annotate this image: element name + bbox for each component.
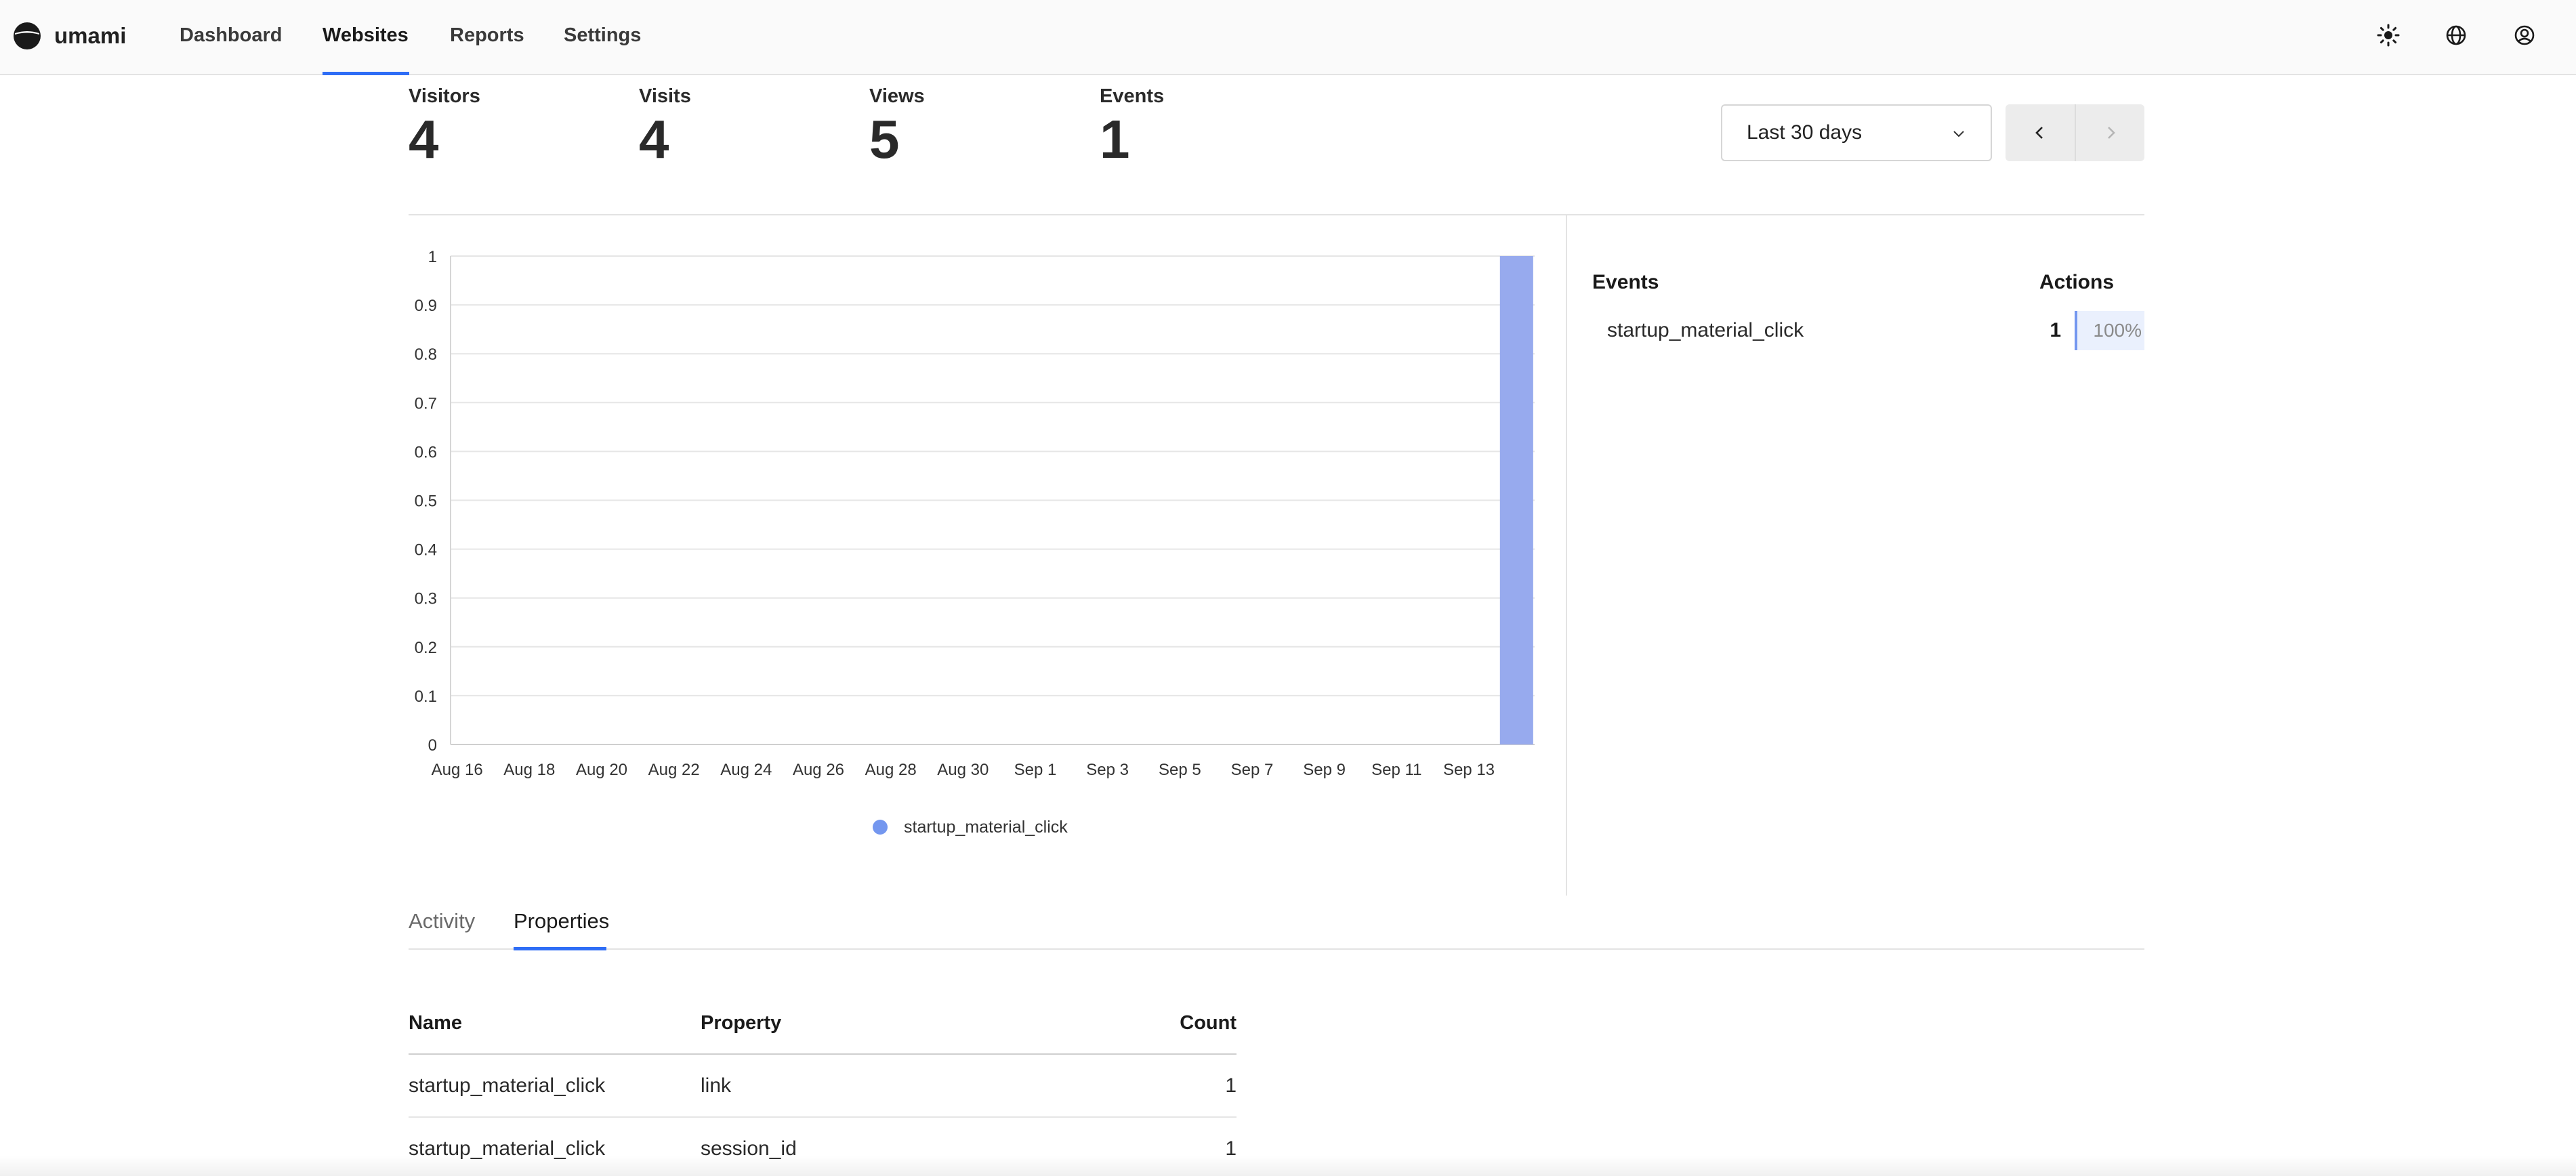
y-tick-label: 1 <box>428 248 437 266</box>
tab-activity[interactable]: Activity <box>409 908 475 935</box>
sun-icon[interactable] <box>2375 22 2402 49</box>
event-row-name[interactable]: startup_material_click <box>1607 318 1804 343</box>
x-tick-label: Aug 22 <box>648 761 700 779</box>
table-cell-count: 1 <box>1225 1074 1237 1097</box>
metric-value: 4 <box>409 109 439 169</box>
divider <box>409 214 2144 215</box>
x-tick-label: Aug 28 <box>865 761 917 779</box>
x-tick-label: Sep 3 <box>1086 761 1129 779</box>
y-tick-label: 0.6 <box>415 443 437 461</box>
event-row-count: 1 <box>2050 319 2061 341</box>
y-tick-label: 0.8 <box>415 345 437 364</box>
top-nav: umami Dashboard Websites Reports Setting… <box>0 0 2576 75</box>
user-icon[interactable] <box>2511 22 2538 49</box>
events-panel-header: Events <box>1592 271 1659 293</box>
metric-label: Visitors <box>409 85 480 107</box>
nav-dashboard[interactable]: Dashboard <box>180 20 282 50</box>
x-tick-label: Aug 24 <box>720 761 772 779</box>
umami-logo-icon <box>14 22 41 49</box>
metric-label: Views <box>869 85 925 107</box>
y-tick-label: 0.4 <box>415 541 437 560</box>
column-header-property[interactable]: Property <box>701 1011 781 1035</box>
divider <box>1566 215 1567 896</box>
y-tick-label: 0 <box>428 736 437 755</box>
x-tick-label: Sep 1 <box>1014 761 1057 779</box>
table-cell-property: link <box>701 1074 732 1097</box>
x-tick-label: Aug 26 <box>793 761 844 779</box>
globe-icon[interactable] <box>2443 22 2470 49</box>
date-range-value: Last 30 days <box>1747 121 1863 144</box>
metric-value: 1 <box>1100 109 1130 169</box>
x-tick-label: Sep 7 <box>1231 761 1274 779</box>
x-tick-label: Aug 20 <box>576 761 627 779</box>
chevron-right-icon <box>2108 127 2115 139</box>
actions-header: Actions <box>2039 271 2115 293</box>
x-tick-label: Aug 18 <box>503 761 555 779</box>
chevron-down-icon <box>1953 131 1964 138</box>
table-cell-name: startup_material_click <box>409 1074 606 1097</box>
metric-value: 5 <box>869 109 900 169</box>
x-tick-label: Sep 5 <box>1159 761 1201 779</box>
x-tick-label: Sep 13 <box>1443 761 1495 779</box>
nav-websites[interactable]: Websites <box>323 20 409 50</box>
metric-value: 4 <box>639 109 669 169</box>
table-header-rule <box>409 1053 1237 1055</box>
app-name: umami <box>54 23 127 48</box>
metric-visits: Visits 4 <box>639 84 691 167</box>
active-tab-indicator <box>514 947 606 950</box>
table-row-rule <box>409 1116 1237 1118</box>
metric-label: Events <box>1100 85 1165 107</box>
chart-legend[interactable]: startup_material_click <box>873 815 1068 839</box>
y-tick-label: 0.1 <box>415 688 437 706</box>
metric-views: Views 5 <box>869 84 925 167</box>
y-tick-label: 0.9 <box>415 297 437 315</box>
scroll-shadow <box>0 1156 2576 1176</box>
metric-label: Visits <box>639 85 691 107</box>
tab-properties[interactable]: Properties <box>514 908 609 935</box>
x-tick-label: Sep 11 <box>1371 761 1421 779</box>
metric-events: Events 1 <box>1100 84 1164 167</box>
nav-reports[interactable]: Reports <box>450 20 524 50</box>
prev-period-button[interactable] <box>2006 104 2075 161</box>
date-nav-group <box>2006 104 2144 161</box>
y-tick-label: 0.3 <box>415 590 437 608</box>
x-tick-label: Aug 30 <box>937 761 989 779</box>
x-tick-label: Sep 9 <box>1303 761 1346 779</box>
legend-label: startup_material_click <box>904 817 1068 837</box>
active-nav-indicator <box>323 72 409 75</box>
tabs-divider <box>409 948 2144 950</box>
y-tick-label: 0.5 <box>415 492 437 511</box>
next-period-button[interactable] <box>2076 104 2144 161</box>
legend-dot <box>873 820 888 835</box>
event-row-percent-bar: 100% <box>2075 311 2144 350</box>
y-tick-label: 0.7 <box>415 394 437 413</box>
metric-visitors: Visitors 4 <box>409 84 480 167</box>
nav-settings[interactable]: Settings <box>564 20 641 50</box>
date-range-select[interactable]: Last 30 days <box>1721 104 1992 161</box>
event-row-percent: 100% <box>2093 320 2142 341</box>
chart-bar <box>1499 256 1533 744</box>
column-header-name[interactable]: Name <box>409 1011 462 1035</box>
events-chart: 0 0.1 0.2 0.3 0.4 0.5 0.6 0.7 0.8 0.9 1 Aug 16 Aug 1… <box>415 248 1535 779</box>
brand[interactable]: umami <box>12 20 126 51</box>
column-header-count[interactable]: Count <box>1152 1011 1237 1035</box>
y-tick-label: 0.2 <box>415 639 437 657</box>
chevron-left-icon <box>2035 127 2043 139</box>
x-tick-label: Aug 16 <box>432 761 483 779</box>
